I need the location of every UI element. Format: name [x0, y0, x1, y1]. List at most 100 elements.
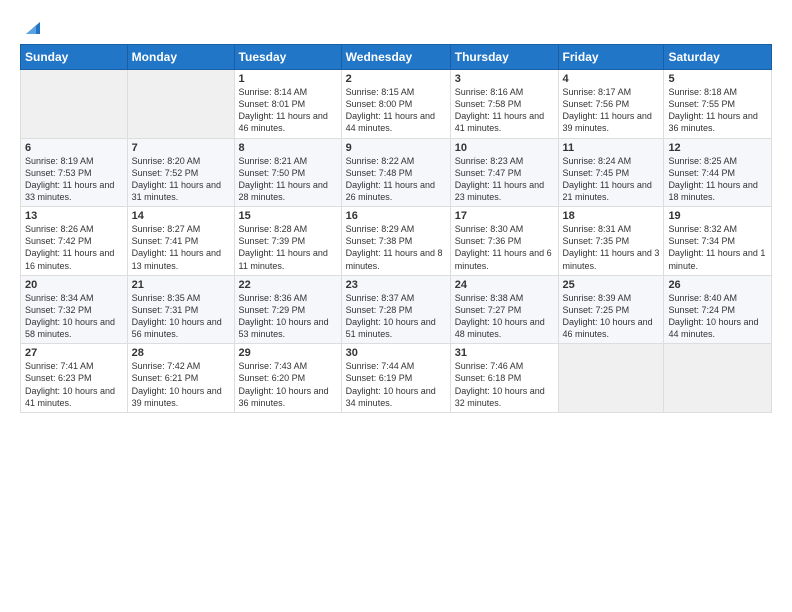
day-number: 25 — [563, 279, 660, 291]
day-of-week-header: Friday — [558, 45, 664, 70]
day-info: Sunrise: 8:31 AM Sunset: 7:35 PM Dayligh… — [563, 223, 660, 272]
day-info: Sunrise: 7:46 AM Sunset: 6:18 PM Dayligh… — [455, 360, 554, 409]
day-info: Sunrise: 7:42 AM Sunset: 6:21 PM Dayligh… — [132, 360, 230, 409]
day-number: 21 — [132, 279, 230, 291]
day-info: Sunrise: 8:32 AM Sunset: 7:34 PM Dayligh… — [668, 223, 767, 272]
day-number: 27 — [25, 347, 123, 359]
day-number: 18 — [563, 210, 660, 222]
calendar-cell: 5Sunrise: 8:18 AM Sunset: 7:55 PM Daylig… — [664, 70, 772, 139]
day-of-week-header: Wednesday — [341, 45, 450, 70]
calendar-cell: 7Sunrise: 8:20 AM Sunset: 7:52 PM Daylig… — [127, 138, 234, 207]
calendar-cell: 4Sunrise: 8:17 AM Sunset: 7:56 PM Daylig… — [558, 70, 664, 139]
day-of-week-header: Thursday — [450, 45, 558, 70]
calendar-cell: 13Sunrise: 8:26 AM Sunset: 7:42 PM Dayli… — [21, 207, 128, 276]
day-number: 2 — [346, 73, 446, 85]
calendar-cell: 1Sunrise: 8:14 AM Sunset: 8:01 PM Daylig… — [234, 70, 341, 139]
day-number: 20 — [25, 279, 123, 291]
day-number: 17 — [455, 210, 554, 222]
logo — [20, 16, 44, 38]
calendar-cell — [558, 344, 664, 413]
calendar-cell: 19Sunrise: 8:32 AM Sunset: 7:34 PM Dayli… — [664, 207, 772, 276]
day-info: Sunrise: 8:30 AM Sunset: 7:36 PM Dayligh… — [455, 223, 554, 272]
calendar-table: SundayMondayTuesdayWednesdayThursdayFrid… — [20, 44, 772, 413]
calendar-cell: 27Sunrise: 7:41 AM Sunset: 6:23 PM Dayli… — [21, 344, 128, 413]
day-number: 30 — [346, 347, 446, 359]
calendar-cell: 23Sunrise: 8:37 AM Sunset: 7:28 PM Dayli… — [341, 275, 450, 344]
calendar-cell: 14Sunrise: 8:27 AM Sunset: 7:41 PM Dayli… — [127, 207, 234, 276]
calendar-cell: 24Sunrise: 8:38 AM Sunset: 7:27 PM Dayli… — [450, 275, 558, 344]
calendar-cell — [21, 70, 128, 139]
day-info: Sunrise: 7:43 AM Sunset: 6:20 PM Dayligh… — [239, 360, 337, 409]
calendar-cell: 16Sunrise: 8:29 AM Sunset: 7:38 PM Dayli… — [341, 207, 450, 276]
calendar-cell: 31Sunrise: 7:46 AM Sunset: 6:18 PM Dayli… — [450, 344, 558, 413]
logo-icon — [22, 16, 44, 38]
calendar-cell: 17Sunrise: 8:30 AM Sunset: 7:36 PM Dayli… — [450, 207, 558, 276]
calendar-cell: 28Sunrise: 7:42 AM Sunset: 6:21 PM Dayli… — [127, 344, 234, 413]
day-info: Sunrise: 7:41 AM Sunset: 6:23 PM Dayligh… — [25, 360, 123, 409]
calendar-cell: 12Sunrise: 8:25 AM Sunset: 7:44 PM Dayli… — [664, 138, 772, 207]
day-info: Sunrise: 8:37 AM Sunset: 7:28 PM Dayligh… — [346, 292, 446, 341]
day-info: Sunrise: 8:29 AM Sunset: 7:38 PM Dayligh… — [346, 223, 446, 272]
day-of-week-header: Tuesday — [234, 45, 341, 70]
day-number: 7 — [132, 142, 230, 154]
day-info: Sunrise: 7:44 AM Sunset: 6:19 PM Dayligh… — [346, 360, 446, 409]
day-number: 28 — [132, 347, 230, 359]
day-of-week-header: Sunday — [21, 45, 128, 70]
day-number: 24 — [455, 279, 554, 291]
day-number: 3 — [455, 73, 554, 85]
calendar-week-row: 13Sunrise: 8:26 AM Sunset: 7:42 PM Dayli… — [21, 207, 772, 276]
day-number: 23 — [346, 279, 446, 291]
calendar-cell — [664, 344, 772, 413]
day-number: 4 — [563, 73, 660, 85]
day-info: Sunrise: 8:34 AM Sunset: 7:32 PM Dayligh… — [25, 292, 123, 341]
calendar-cell: 2Sunrise: 8:15 AM Sunset: 8:00 PM Daylig… — [341, 70, 450, 139]
day-number: 14 — [132, 210, 230, 222]
calendar-cell: 3Sunrise: 8:16 AM Sunset: 7:58 PM Daylig… — [450, 70, 558, 139]
calendar-cell: 10Sunrise: 8:23 AM Sunset: 7:47 PM Dayli… — [450, 138, 558, 207]
calendar-cell: 9Sunrise: 8:22 AM Sunset: 7:48 PM Daylig… — [341, 138, 450, 207]
calendar-week-row: 1Sunrise: 8:14 AM Sunset: 8:01 PM Daylig… — [21, 70, 772, 139]
day-number: 29 — [239, 347, 337, 359]
day-number: 26 — [668, 279, 767, 291]
day-number: 11 — [563, 142, 660, 154]
day-info: Sunrise: 8:22 AM Sunset: 7:48 PM Dayligh… — [346, 155, 446, 204]
day-info: Sunrise: 8:35 AM Sunset: 7:31 PM Dayligh… — [132, 292, 230, 341]
calendar-cell: 21Sunrise: 8:35 AM Sunset: 7:31 PM Dayli… — [127, 275, 234, 344]
day-info: Sunrise: 8:36 AM Sunset: 7:29 PM Dayligh… — [239, 292, 337, 341]
day-number: 1 — [239, 73, 337, 85]
calendar-cell — [127, 70, 234, 139]
day-info: Sunrise: 8:23 AM Sunset: 7:47 PM Dayligh… — [455, 155, 554, 204]
calendar-cell: 8Sunrise: 8:21 AM Sunset: 7:50 PM Daylig… — [234, 138, 341, 207]
day-number: 10 — [455, 142, 554, 154]
day-info: Sunrise: 8:26 AM Sunset: 7:42 PM Dayligh… — [25, 223, 123, 272]
day-info: Sunrise: 8:18 AM Sunset: 7:55 PM Dayligh… — [668, 86, 767, 135]
day-number: 9 — [346, 142, 446, 154]
calendar-cell: 29Sunrise: 7:43 AM Sunset: 6:20 PM Dayli… — [234, 344, 341, 413]
calendar-cell: 6Sunrise: 8:19 AM Sunset: 7:53 PM Daylig… — [21, 138, 128, 207]
calendar-cell: 11Sunrise: 8:24 AM Sunset: 7:45 PM Dayli… — [558, 138, 664, 207]
day-number: 8 — [239, 142, 337, 154]
day-info: Sunrise: 8:25 AM Sunset: 7:44 PM Dayligh… — [668, 155, 767, 204]
day-info: Sunrise: 8:21 AM Sunset: 7:50 PM Dayligh… — [239, 155, 337, 204]
calendar-cell: 22Sunrise: 8:36 AM Sunset: 7:29 PM Dayli… — [234, 275, 341, 344]
day-of-week-header: Monday — [127, 45, 234, 70]
calendar-cell: 20Sunrise: 8:34 AM Sunset: 7:32 PM Dayli… — [21, 275, 128, 344]
day-info: Sunrise: 8:16 AM Sunset: 7:58 PM Dayligh… — [455, 86, 554, 135]
day-number: 16 — [346, 210, 446, 222]
calendar-cell: 15Sunrise: 8:28 AM Sunset: 7:39 PM Dayli… — [234, 207, 341, 276]
calendar-cell: 25Sunrise: 8:39 AM Sunset: 7:25 PM Dayli… — [558, 275, 664, 344]
calendar-week-row: 6Sunrise: 8:19 AM Sunset: 7:53 PM Daylig… — [21, 138, 772, 207]
day-number: 13 — [25, 210, 123, 222]
day-number: 5 — [668, 73, 767, 85]
header — [20, 16, 772, 38]
day-info: Sunrise: 8:27 AM Sunset: 7:41 PM Dayligh… — [132, 223, 230, 272]
calendar-cell: 30Sunrise: 7:44 AM Sunset: 6:19 PM Dayli… — [341, 344, 450, 413]
day-info: Sunrise: 8:28 AM Sunset: 7:39 PM Dayligh… — [239, 223, 337, 272]
day-info: Sunrise: 8:19 AM Sunset: 7:53 PM Dayligh… — [25, 155, 123, 204]
day-number: 6 — [25, 142, 123, 154]
day-number: 15 — [239, 210, 337, 222]
calendar-header-row: SundayMondayTuesdayWednesdayThursdayFrid… — [21, 45, 772, 70]
calendar-week-row: 27Sunrise: 7:41 AM Sunset: 6:23 PM Dayli… — [21, 344, 772, 413]
calendar-week-row: 20Sunrise: 8:34 AM Sunset: 7:32 PM Dayli… — [21, 275, 772, 344]
day-number: 31 — [455, 347, 554, 359]
